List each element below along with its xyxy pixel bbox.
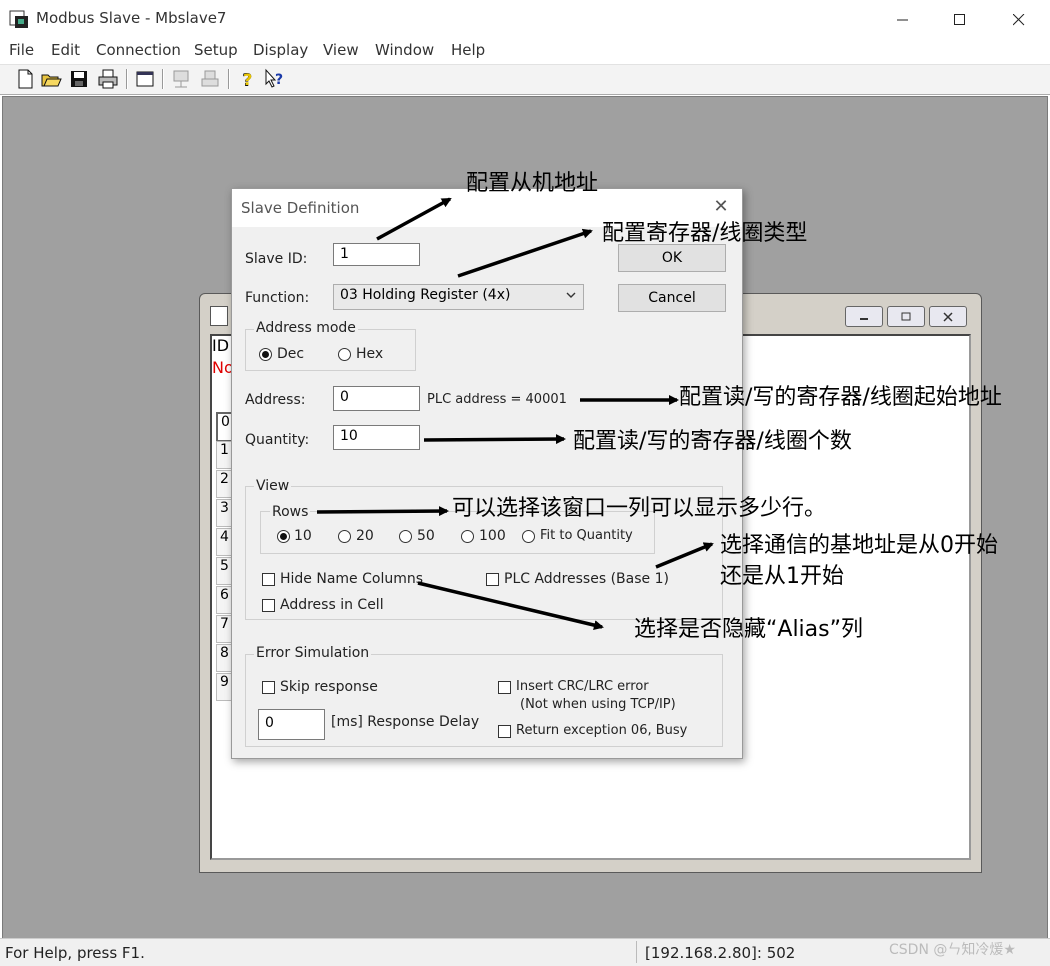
annotation-rows: 可以选择该窗口一列可以显示多少行。 bbox=[452, 496, 827, 521]
annotation-arrows bbox=[316, 197, 714, 631]
annotation-base-line1: 选择通信的基地址是从0开始 bbox=[720, 533, 998, 558]
annotation-start-address: 配置读/写的寄存器/线圈起始地址 bbox=[679, 385, 1002, 410]
annotation-register-type: 配置寄存器/线圈类型 bbox=[602, 221, 808, 246]
arrow-base-address bbox=[655, 542, 714, 569]
status-help-text: For Help, press F1. bbox=[5, 944, 145, 962]
arrow-function bbox=[457, 228, 593, 278]
status-connection: [192.168.2.80]: 502 bbox=[645, 944, 796, 962]
arrow-hide-alias bbox=[417, 581, 604, 631]
annotation-base-line2: 还是从1开始 bbox=[720, 564, 844, 589]
annotation-slave-address: 配置从机地址 bbox=[466, 171, 599, 196]
watermark: CSDN @ㄣ知冷煖★ bbox=[889, 942, 1016, 958]
annotation-hide-alias: 选择是否隐藏“Alias”列 bbox=[634, 617, 864, 642]
annotation-quantity: 配置读/写的寄存器/线圈个数 bbox=[573, 429, 852, 454]
arrow-rows bbox=[316, 506, 449, 517]
status-divider bbox=[636, 941, 637, 963]
arrow-quantity bbox=[423, 434, 566, 445]
status-bar: For Help, press F1. [192.168.2.80]: 502 … bbox=[0, 938, 1050, 966]
arrow-slave-id bbox=[376, 197, 452, 241]
